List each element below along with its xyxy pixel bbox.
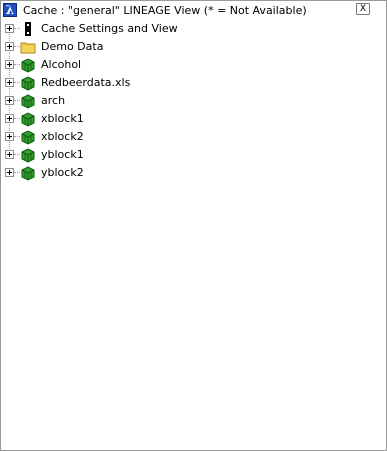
expand-icon[interactable] — [5, 132, 14, 141]
tree-item-redbeerdata[interactable]: Redbeerdata.xls — [1, 74, 386, 92]
expand-icon[interactable] — [5, 60, 14, 69]
close-button[interactable]: X — [356, 3, 370, 15]
data-cube-icon — [21, 94, 35, 109]
tree-item-label: yblock2 — [41, 166, 84, 179]
expand-icon[interactable] — [5, 24, 14, 33]
tree-item-yblock1[interactable]: yblock1 — [1, 146, 386, 164]
data-cube-icon — [21, 166, 35, 181]
tree-item-alcohol[interactable]: Alcohol — [1, 56, 386, 74]
data-cube-icon — [21, 112, 35, 127]
tree-item-label: yblock1 — [41, 148, 84, 161]
data-cube-icon — [21, 58, 35, 73]
tree-item-label: arch — [41, 94, 66, 107]
window-title: Cache : "general" LINEAGE View (* = Not … — [23, 4, 307, 17]
expand-icon[interactable] — [5, 168, 14, 177]
tree-item-label: xblock2 — [41, 130, 84, 143]
expand-icon[interactable] — [5, 78, 14, 87]
lambda-app-icon: λ — [3, 3, 17, 17]
expand-icon[interactable] — [5, 96, 14, 105]
expand-icon[interactable] — [5, 150, 14, 159]
tree-item-arch[interactable]: arch — [1, 92, 386, 110]
lineage-view-window: λ Cache : "general" LINEAGE View (* = No… — [0, 0, 387, 451]
tree-item-xblock2[interactable]: xblock2 — [1, 128, 386, 146]
tree-item-label: Alcohol — [41, 58, 82, 71]
expand-icon[interactable] — [5, 42, 14, 51]
data-cube-icon — [21, 148, 35, 163]
folder-icon — [20, 42, 36, 54]
tree-item-label: xblock1 — [41, 112, 84, 125]
tree-item-label: Demo Data — [41, 40, 104, 53]
data-cube-icon — [21, 130, 35, 145]
title-bar: λ Cache : "general" LINEAGE View (* = No… — [1, 1, 386, 19]
tree-item-label: Cache Settings and View — [41, 22, 178, 35]
tree-item-demo-data[interactable]: Demo Data — [1, 38, 386, 56]
data-cube-icon — [21, 76, 35, 91]
tree-item-xblock1[interactable]: xblock1 — [1, 110, 386, 128]
settings-icon — [25, 22, 31, 36]
tree-item-cache-settings[interactable]: Cache Settings and View — [1, 20, 386, 38]
tree-item-yblock2[interactable]: yblock2 — [1, 164, 386, 182]
expand-icon[interactable] — [5, 114, 14, 123]
tree-item-label: Redbeerdata.xls — [41, 76, 131, 89]
